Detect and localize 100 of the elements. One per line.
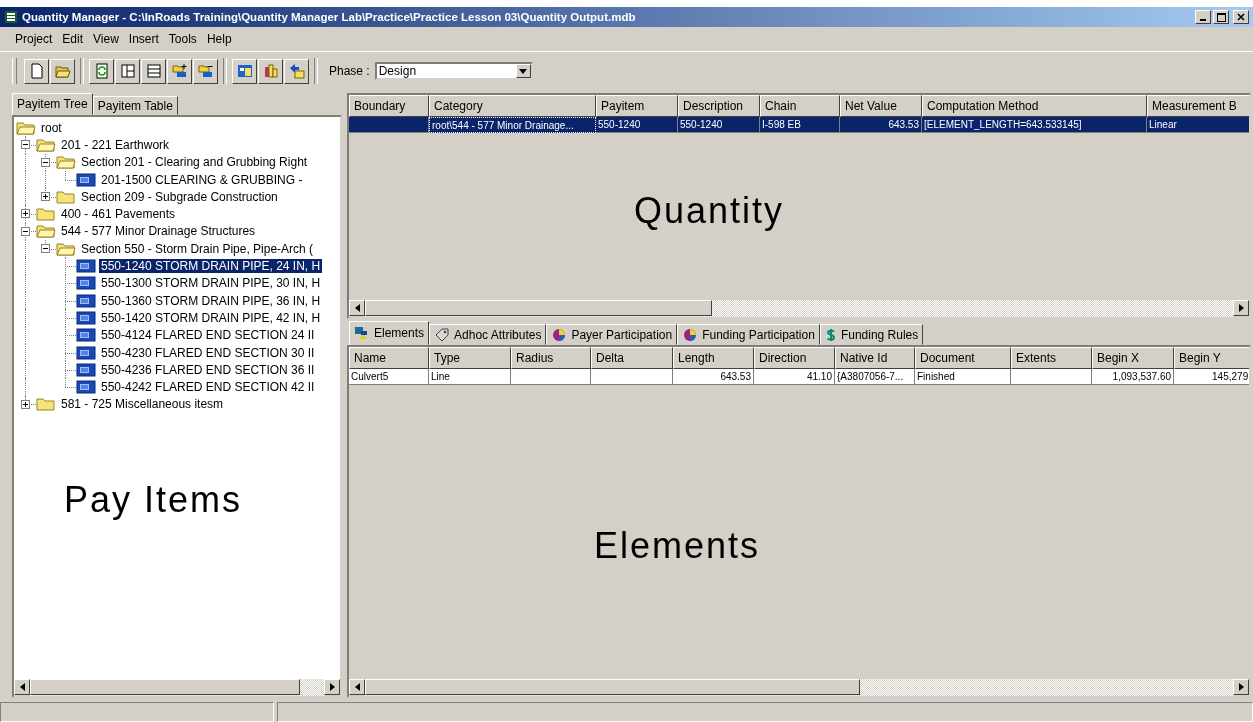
pay-item-icon <box>76 293 96 308</box>
quantity-label: Quantity <box>634 190 785 232</box>
pay-item-icon <box>76 345 96 360</box>
phase-dropdown[interactable]: Design <box>374 62 533 80</box>
column-header[interactable]: Category <box>429 95 596 117</box>
maximize-icon <box>1216 12 1226 22</box>
new-file-icon[interactable] <box>24 58 49 84</box>
table-row[interactable]: root\544 - 577 Minor Drainage... 550-1240 550-1240 I-598 EB 643.53 [ELEMENT_LENGTH=643.533145] Linear <box>349 117 1249 133</box>
dollar-icon <box>824 327 837 342</box>
tree-item[interactable]: 201 - 221 Earthwork <box>59 137 172 152</box>
tree-item[interactable]: 550-1240 STORM DRAIN PIPE, 24 IN, H <box>99 259 323 273</box>
folder-icon <box>36 207 56 222</box>
column-header[interactable]: Net Value <box>840 95 922 117</box>
add-folder-icon[interactable] <box>167 58 192 84</box>
table-cell: Culvert5 <box>351 371 389 382</box>
minimize-button[interactable] <box>1195 10 1211 24</box>
tab[interactable]: Payer Participation <box>546 324 678 345</box>
column-header[interactable]: Radius <box>511 347 591 369</box>
table-cell: 1,093,537.60 <box>1112 371 1171 382</box>
close-button[interactable] <box>1233 10 1249 24</box>
horizontal-scrollbar[interactable] <box>349 679 1249 696</box>
list-layout-icon[interactable] <box>141 58 166 84</box>
tab[interactable]: Payitem Tree <box>12 93 93 115</box>
menu-item[interactable]: Help <box>201 32 237 46</box>
column-header[interactable]: Chain <box>760 95 840 117</box>
column-header[interactable]: Begin Y <box>1174 347 1249 369</box>
tree-item[interactable]: 550-1420 STORM DRAIN PIPE, 42 IN, H <box>99 310 323 325</box>
scroll-left-icon <box>19 683 25 691</box>
menu-item[interactable]: Edit <box>57 32 89 46</box>
menu-item[interactable]: Project <box>10 32 58 46</box>
tab[interactable]: Funding Participation <box>677 324 820 345</box>
refresh-icon[interactable] <box>89 58 114 84</box>
tree-item[interactable]: Section 550 - Storm Drain Pipe, Pipe-Arch ( <box>79 241 316 256</box>
expander-icon[interactable] <box>41 157 50 167</box>
table-cell: root\544 - 577 Minor Drainage... <box>432 120 574 131</box>
pay-item-icon <box>76 380 96 395</box>
table-icon[interactable] <box>232 58 257 84</box>
expander-icon[interactable] <box>41 244 50 254</box>
table-cell: Linear <box>1149 119 1177 130</box>
column-header[interactable]: Payitem <box>596 95 678 117</box>
pie-chart-icon <box>551 327 568 342</box>
pay-item-icon <box>76 276 96 291</box>
tree-item[interactable]: Section 201 - Clearing and Grubbing Right <box>79 155 310 170</box>
table-cell: [ELEMENT_LENGTH=643.533145] <box>924 119 1082 130</box>
column-header[interactable]: Delta <box>591 347 673 369</box>
column-header[interactable]: Begin X <box>1092 347 1174 369</box>
column-header[interactable]: Type <box>429 347 511 369</box>
tree-item[interactable]: root <box>39 120 64 135</box>
menu-item[interactable]: Insert <box>123 32 164 46</box>
tree-item[interactable]: 544 - 577 Minor Drainage Structures <box>59 224 258 239</box>
tree-item[interactable]: Section 209 - Subgrade Construction <box>79 189 280 204</box>
pay-item-icon <box>76 310 96 325</box>
tree-item[interactable]: 581 - 725 Miscellaneous itesm <box>59 397 226 412</box>
table-cell: Finished <box>917 371 955 382</box>
tree-item[interactable]: 201-1500 CLEARING & GRUBBING - <box>99 172 305 187</box>
tree-item[interactable]: 550-4230 FLARED END SECTION 30 II <box>99 345 317 360</box>
tree-item[interactable]: 550-4124 FLARED END SECTION 24 II <box>99 328 317 343</box>
column-header[interactable]: Direction <box>754 347 835 369</box>
column-header[interactable]: Description <box>678 95 760 117</box>
tab[interactable]: Payitem Table <box>92 96 178 115</box>
column-header[interactable]: Computation Method <box>922 95 1147 117</box>
maximize-button[interactable] <box>1213 10 1229 24</box>
tree-item[interactable]: 400 - 461 Pavements <box>59 207 178 222</box>
column-header[interactable]: Native Id <box>835 347 915 369</box>
tab[interactable]: Elements <box>349 321 430 345</box>
pay-item-icon <box>76 328 96 343</box>
tab[interactable]: Funding Rules <box>819 324 924 345</box>
expander-icon[interactable] <box>21 209 30 219</box>
tree-item[interactable]: 550-1300 STORM DRAIN PIPE, 30 IN, H <box>99 276 323 291</box>
expander-icon[interactable] <box>21 226 30 236</box>
horizontal-scrollbar[interactable] <box>349 300 1249 317</box>
export-icon[interactable] <box>284 58 309 84</box>
column-header[interactable]: Measurement B <box>1147 95 1249 117</box>
tree-item[interactable]: 550-4236 FLARED END SECTION 36 II <box>99 362 317 377</box>
table-cell: Line <box>431 371 450 382</box>
column-header[interactable]: Extents <box>1011 347 1092 369</box>
menu-item[interactable]: Tools <box>163 32 202 46</box>
horizontal-scrollbar[interactable] <box>14 679 340 696</box>
expander-icon[interactable] <box>21 399 30 409</box>
column-header[interactable]: Document <box>915 347 1011 369</box>
pay-item-icon <box>76 172 96 187</box>
scroll-right-icon <box>1238 683 1244 691</box>
columns-icon[interactable] <box>258 58 283 84</box>
shapes-icon <box>354 326 370 340</box>
expander-icon[interactable] <box>21 140 30 150</box>
tab[interactable]: Adhoc Attributes <box>429 324 547 345</box>
column-header[interactable]: Name <box>349 347 429 369</box>
table-cell: 550-1240 <box>598 119 641 130</box>
column-header[interactable]: Length <box>673 347 754 369</box>
column-header[interactable]: Boundary <box>349 95 429 117</box>
expander-icon[interactable] <box>41 192 50 202</box>
table-cell: 643.53 <box>720 371 751 382</box>
open-folder-icon[interactable] <box>50 58 75 84</box>
menu-item[interactable]: View <box>88 32 124 46</box>
tree-item[interactable]: 550-1360 STORM DRAIN PIPE, 36 IN, H <box>99 293 323 308</box>
split-layout-icon[interactable] <box>115 58 140 84</box>
tree-item[interactable]: 550-4242 FLARED END SECTION 42 II <box>99 380 317 395</box>
remove-folder-icon[interactable] <box>193 58 218 84</box>
table-cell: 41.10 <box>806 371 832 382</box>
folder-icon <box>56 189 76 204</box>
